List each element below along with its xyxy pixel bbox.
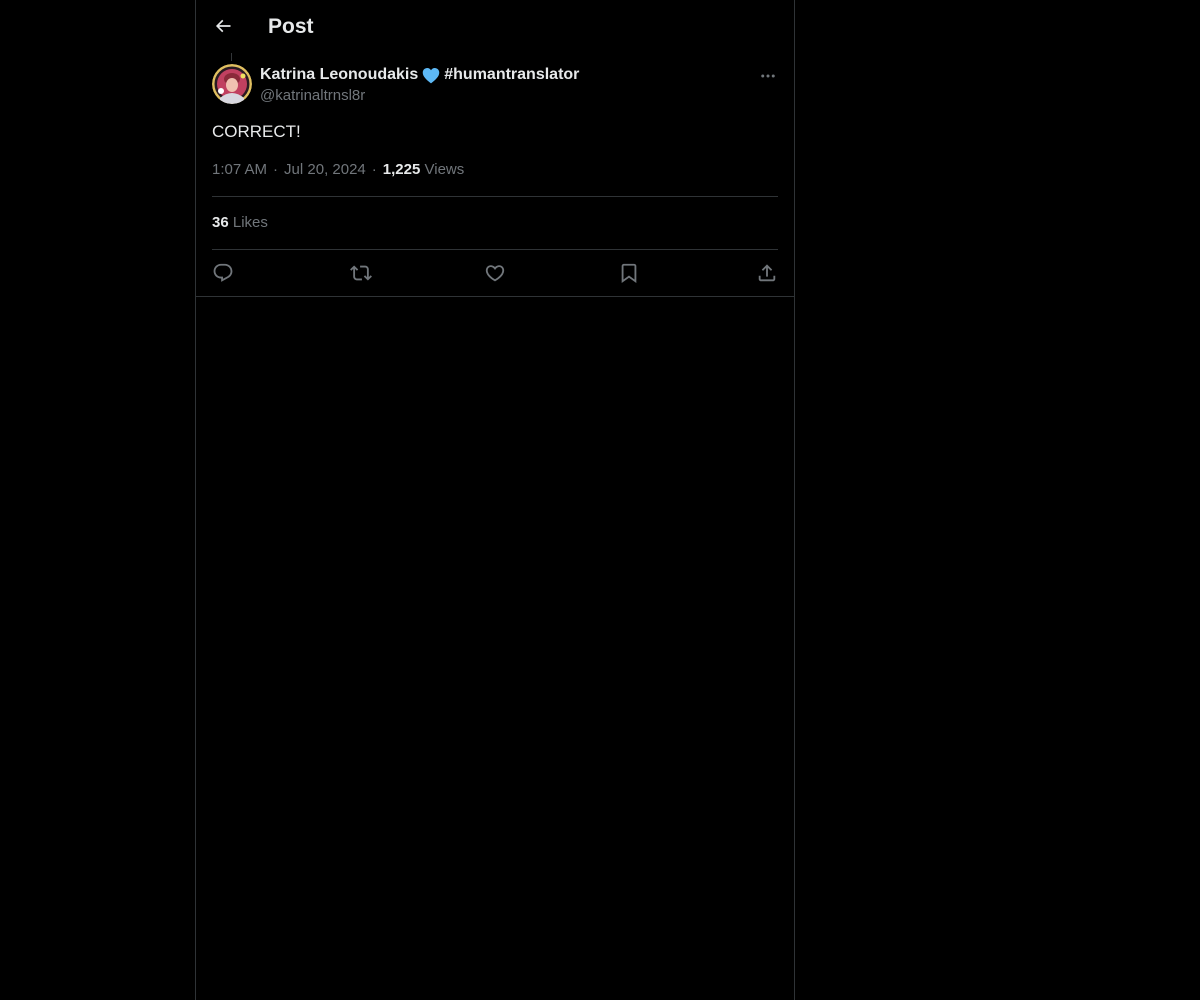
post-column: Post Katrina Leonoudakis #humantranslato… [195, 0, 795, 1000]
divider [212, 249, 778, 250]
likes-label: Likes [232, 214, 268, 231]
divider [212, 196, 778, 197]
post-bottom-border [196, 296, 794, 297]
likes-link[interactable]: 36 Likes [212, 213, 268, 233]
repost-icon [350, 265, 372, 281]
author-display-name[interactable]: Katrina Leonoudakis [260, 64, 418, 86]
bookmark-icon [621, 263, 637, 284]
page-title: Post [268, 15, 314, 38]
more-horizontal-icon [761, 74, 775, 78]
avatar-image [212, 64, 252, 104]
post-meta: 1:07 AM · Jul 20, 2024 · 1,225 Views [212, 160, 464, 180]
blue-heart-icon [422, 67, 440, 84]
avatar[interactable] [212, 64, 252, 104]
repost-button[interactable] [346, 261, 376, 285]
action-bar [212, 261, 778, 285]
author-name-row: Katrina Leonoudakis #humantranslator [260, 64, 579, 86]
meta-separator: · [273, 161, 279, 178]
views-count: 1,225 [382, 161, 421, 178]
arrow-left-icon [215, 19, 231, 33]
bookmark-button[interactable] [614, 261, 644, 285]
post-text: CORRECT! [212, 122, 301, 141]
more-options-button[interactable] [758, 66, 778, 86]
reply-button[interactable] [212, 261, 242, 285]
author-info: Katrina Leonoudakis #humantranslator @ka… [260, 64, 579, 108]
like-button[interactable] [480, 261, 510, 285]
share-button[interactable] [748, 261, 778, 285]
views-label: Views [424, 161, 465, 178]
meta-separator: · [371, 161, 377, 178]
header-bar: Post [196, 0, 794, 53]
author-hashtag[interactable]: #humantranslator [444, 64, 579, 86]
likes-count: 36 [212, 214, 229, 231]
heart-icon [485, 265, 505, 282]
post-date[interactable]: Jul 20, 2024 [284, 161, 366, 178]
author-handle[interactable]: @katrinaltrnsl8r [260, 86, 579, 106]
post-time[interactable]: 1:07 AM [212, 161, 267, 178]
share-icon [758, 264, 776, 282]
back-button[interactable] [208, 11, 238, 41]
thread-connector-line [231, 53, 232, 61]
reply-icon [213, 263, 233, 282]
